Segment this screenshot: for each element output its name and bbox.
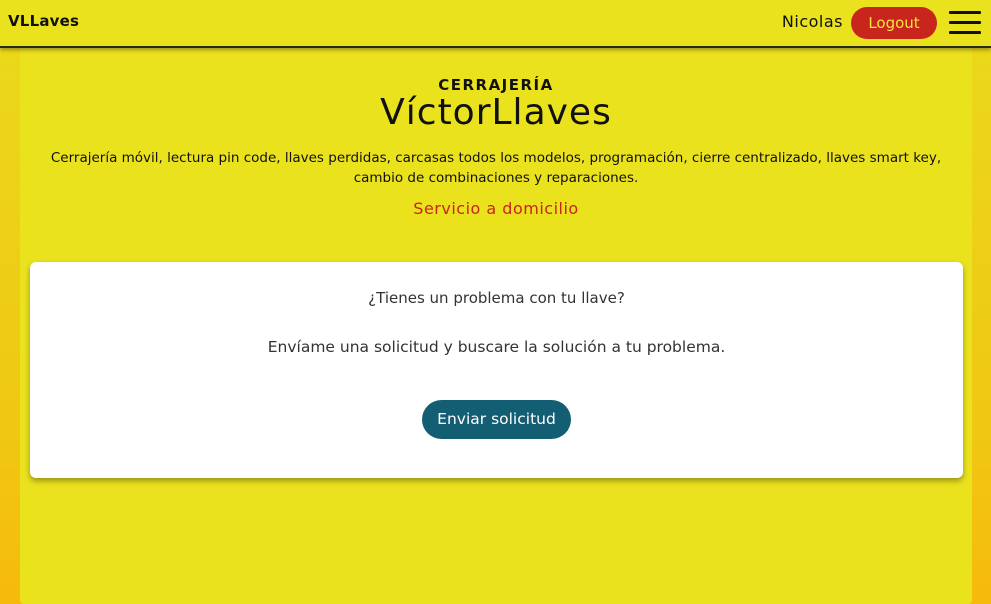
- menu-bar-top: [949, 11, 981, 14]
- brand-logo[interactable]: VLLaves: [8, 12, 79, 30]
- home-service-label: Servicio a domicilio: [413, 199, 579, 218]
- top-navbar: VLLaves Nicolas Logout: [0, 0, 991, 48]
- username-label: Nicolas: [781, 12, 843, 31]
- menu-bar-middle: [949, 21, 981, 24]
- hero-description: Cerrajería móvil, lectura pin code, llav…: [50, 150, 942, 186]
- card-text: Envíame una solicitud y buscare la soluc…: [267, 338, 726, 356]
- left-gutter: [0, 48, 20, 604]
- send-request-button[interactable]: Enviar solicitud: [422, 400, 571, 439]
- menu-bar-bottom: [949, 31, 981, 34]
- right-gutter: [972, 48, 991, 604]
- card-question: ¿Tienes un problema con tu llave?: [368, 289, 625, 307]
- request-card: ¿Tienes un problema con tu llave? Envíam…: [30, 262, 963, 478]
- hero-title: VíctorLlaves: [380, 92, 612, 133]
- logout-button[interactable]: Logout: [851, 7, 937, 39]
- hamburger-menu-icon[interactable]: [949, 9, 981, 37]
